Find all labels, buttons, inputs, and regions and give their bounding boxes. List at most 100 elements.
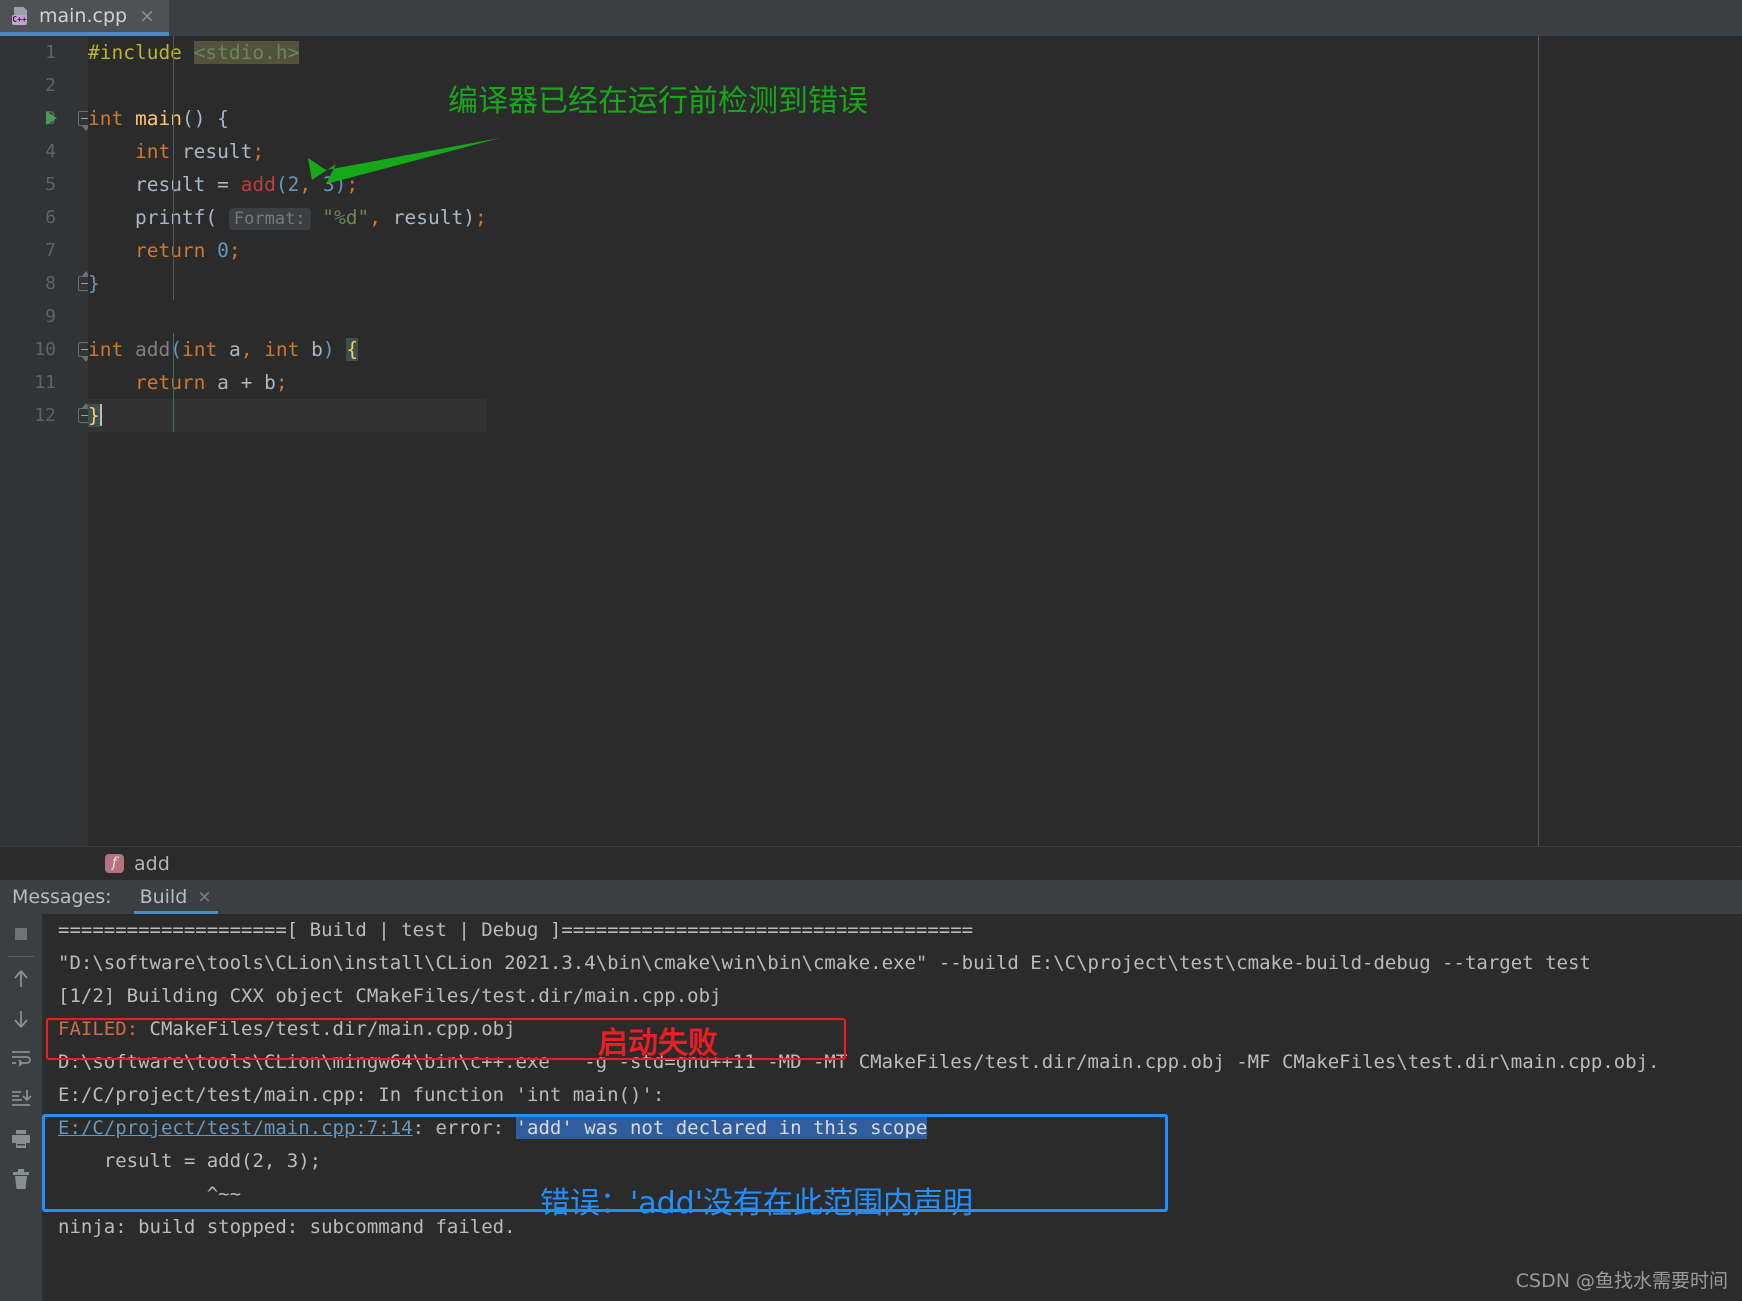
console-file-link[interactable]: E:/C/project/test/main.cpp:7:14 — [58, 1117, 413, 1139]
close-icon[interactable]: × — [139, 6, 155, 26]
gutter-row[interactable]: 5 — [0, 168, 88, 201]
gutter-row[interactable]: 9 — [0, 300, 88, 333]
code-token: result — [88, 173, 218, 196]
close-icon[interactable]: × — [197, 887, 211, 907]
code-line[interactable]: int main() { — [88, 102, 487, 135]
code-token: b — [299, 338, 323, 361]
console-text: [1/2] Building CXX object CMakeFiles/tes… — [58, 985, 722, 1007]
code-token: 0 — [217, 239, 229, 262]
soft-wrap-button[interactable] — [0, 1039, 42, 1079]
code-token: ( — [170, 338, 182, 361]
stop-button[interactable] — [0, 914, 42, 954]
console-text: D:\software\tools\CLion\mingw64\bin\c++.… — [58, 1051, 1660, 1073]
line-number: 12 — [34, 405, 56, 426]
code-line[interactable] — [88, 300, 487, 333]
text-caret — [99, 404, 102, 426]
tab-build-label: Build — [139, 886, 188, 908]
code-token: , — [240, 338, 253, 361]
code-token: int — [88, 338, 124, 361]
code-token: int — [181, 338, 218, 361]
code-editor[interactable]: 1 2 3 4 5 6 7 8 9 10 11 12 #include <stdio.h> int ma… — [0, 36, 1742, 846]
gutter-row[interactable]: 2 — [0, 69, 88, 102]
arrow-up-icon — [14, 970, 28, 987]
code-area[interactable]: #include <stdio.h> int main() { int resul… — [88, 36, 1742, 846]
scroll-to-end-button[interactable] — [0, 1079, 42, 1119]
code-token: } — [88, 404, 100, 427]
messages-toolwindow-header: Messages: Build × — [0, 880, 1742, 914]
gutter-row[interactable]: 11 — [0, 366, 88, 399]
code-token: , — [299, 173, 312, 196]
code-line[interactable]: #include <stdio.h> — [88, 36, 487, 69]
breadcrumb[interactable]: f add — [0, 846, 1742, 880]
code-token: , — [369, 206, 382, 229]
editor-tab-main-cpp[interactable]: C++ main.cpp × — [0, 0, 170, 36]
console-toolbar[interactable] — [0, 914, 42, 1301]
code-token: ; — [252, 140, 265, 163]
trash-icon — [13, 1169, 29, 1189]
next-occurrence-button[interactable] — [0, 999, 42, 1039]
code-token: = — [217, 173, 229, 196]
code-line[interactable]: return 0; — [88, 234, 487, 267]
code-token: } — [88, 272, 100, 295]
console-text: ninja: build stopped: subcommand failed. — [58, 1216, 516, 1238]
gutter-row[interactable]: 4 — [0, 135, 88, 168]
gutter-row[interactable]: 6 — [0, 201, 88, 234]
code-token: int — [134, 140, 171, 163]
watermark: CSDN @鱼找水需要时间 — [1515, 1270, 1728, 1292]
gutter-row[interactable]: 3 — [0, 102, 93, 135]
gutter-row[interactable]: 8 — [0, 267, 93, 300]
console-line: FAILED: CMakeFiles/test.dir/main.cpp.obj — [42, 1013, 1742, 1046]
console-text: CMakeFiles/test.dir/main.cpp.obj — [149, 1018, 516, 1040]
code-line[interactable]: int add(int a, int b) { — [88, 333, 487, 366]
build-console[interactable]: ====================[ Build | test | Deb… — [42, 914, 1742, 1301]
cpp-file-icon: C++ — [12, 7, 30, 25]
breadcrumb-item-add[interactable]: add — [134, 853, 170, 875]
run-gutter-icon[interactable] — [46, 111, 57, 125]
code-token: () { — [181, 107, 229, 130]
code-token: "%d" — [322, 206, 370, 229]
code-token: a — [217, 338, 241, 361]
gutter-row[interactable]: 1 — [0, 36, 88, 69]
gutter-row[interactable]: 12 — [0, 399, 93, 432]
code-token: add — [134, 338, 171, 361]
gutter-row[interactable]: 10 — [0, 333, 93, 366]
clear-all-button[interactable] — [0, 1159, 42, 1199]
code-line[interactable]: result = add(2, 3); — [88, 168, 487, 201]
red-annotation-text: 启动失败 — [598, 1026, 718, 1061]
line-number: 2 — [45, 75, 56, 96]
line-number: 10 — [34, 339, 56, 360]
code-line[interactable]: int result; — [88, 135, 487, 168]
console-line: E:/C/project/test/main.cpp: In function … — [42, 1079, 1742, 1112]
code-token: ) — [334, 173, 347, 196]
code-lines[interactable]: #include <stdio.h> int main() { int resul… — [88, 36, 487, 432]
editor-gutter[interactable]: 1 2 3 4 5 6 7 8 9 10 11 12 — [0, 36, 93, 846]
soft-wrap-icon — [12, 1051, 31, 1067]
code-token: int — [88, 107, 124, 130]
print-button[interactable] — [0, 1119, 42, 1159]
console-line: [1/2] Building CXX object CMakeFiles/tes… — [42, 980, 1742, 1013]
code-token: ; — [474, 206, 487, 229]
code-line[interactable]: printf( Format: "%d", result); — [88, 201, 487, 234]
code-token: #include — [88, 41, 194, 64]
previous-occurrence-button[interactable] — [0, 959, 42, 999]
function-icon: f — [105, 854, 124, 873]
line-number: 1 — [45, 42, 56, 63]
code-line[interactable]: } — [88, 399, 487, 432]
code-line[interactable]: } — [88, 267, 487, 300]
indent-guide — [173, 333, 174, 432]
code-line[interactable] — [88, 69, 487, 102]
tab-build[interactable]: Build × — [133, 880, 218, 914]
code-token: ; — [275, 371, 288, 394]
code-token: return — [134, 371, 206, 394]
console-text: ====================[ Build | test | Deb… — [58, 919, 974, 941]
code-line[interactable]: return a + b; — [88, 366, 487, 399]
gutter-row[interactable]: 7 — [0, 234, 88, 267]
